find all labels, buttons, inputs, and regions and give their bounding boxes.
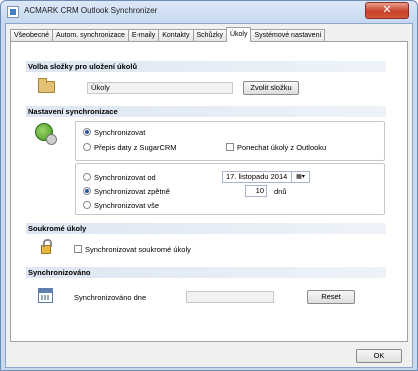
calendar-icon	[38, 288, 53, 303]
folder-path-field: Úkoly	[87, 82, 233, 94]
radio-synchronize[interactable]	[83, 128, 91, 136]
window-title: ACMARK CRM Outlook Synchronizer	[24, 6, 158, 15]
title-bar: ACMARK CRM Outlook Synchronizer ✕	[1, 1, 417, 23]
radio-sync-back[interactable]	[83, 187, 91, 195]
sync-icon	[35, 123, 57, 145]
sync-private-tasks-label: Synchronizovat soukromé úkoly	[85, 245, 191, 254]
radio-sync-all-label: Synchronizovat vše	[94, 201, 160, 210]
radio-synchronize-label: Synchronizovat	[94, 128, 146, 137]
days-unit-label: dnů	[274, 187, 287, 196]
lock-icon	[41, 239, 52, 254]
tab-strip: Všeobecné Autom. synchronizace E-maily K…	[10, 27, 326, 42]
tab-tasks[interactable]: Úkoly	[225, 27, 252, 42]
radio-sync-from[interactable]	[83, 173, 91, 181]
folder-section-header: Volba složky pro uložení úkolů	[26, 61, 386, 72]
close-button[interactable]: ✕	[365, 2, 409, 19]
radio-overwrite-sugarcrm-label: Přepis daty z SugarCRM	[94, 143, 177, 152]
calendar-dropdown-icon[interactable]: ▦▾	[291, 172, 309, 183]
radio-sync-back-label: Synchronizovat zpětně	[94, 187, 170, 196]
synchronized-date-label: Synchronizováno dne	[74, 293, 147, 302]
radio-sync-all[interactable]	[83, 201, 91, 209]
reset-button[interactable]: Reset	[307, 290, 355, 304]
private-tasks-section-header: Soukromé úkoly	[26, 223, 386, 234]
ok-button[interactable]: OK	[356, 349, 402, 363]
radio-sync-from-label: Synchronizovat od	[94, 173, 156, 182]
folder-icon	[38, 78, 55, 93]
sync-settings-section-header: Nastavení synchronizace	[26, 106, 386, 117]
app-icon	[7, 6, 19, 18]
choose-folder-button[interactable]: Zvolit složku	[243, 81, 299, 95]
app-window: ACMARK CRM Outlook Synchronizer ✕ Všeobe…	[0, 0, 418, 371]
sync-from-date-value: 17. listopadu 2014	[226, 172, 288, 181]
sync-mode-group	[75, 121, 385, 161]
keep-outlook-tasks-checkbox[interactable]	[226, 143, 234, 151]
radio-overwrite-sugarcrm[interactable]	[83, 143, 91, 151]
synchronized-date-field	[186, 291, 274, 303]
days-back-input[interactable]: 10	[245, 185, 267, 197]
keep-outlook-tasks-label: Ponechat úkoly z Outlooku	[237, 143, 327, 152]
sync-private-tasks-checkbox[interactable]	[74, 245, 82, 253]
synchronized-section-header: Synchronizováno	[26, 267, 386, 278]
